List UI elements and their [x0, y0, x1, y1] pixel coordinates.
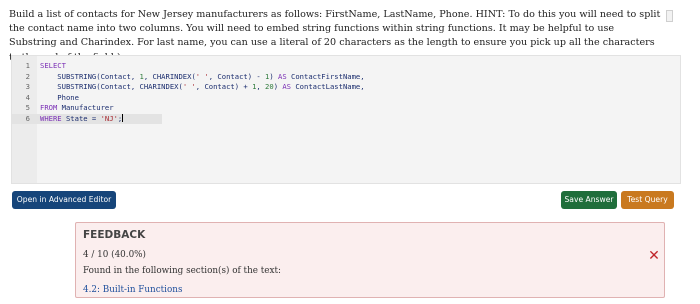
feedback-panel: FEEDBACK 4 / 10 (40.0%) Found in the fol… — [75, 222, 665, 298]
feedback-found-text: Found in the following section(s) of the… — [83, 266, 281, 276]
save-answer-button[interactable]: Save Answer — [561, 191, 617, 209]
code-text[interactable]: FROM Manufacturer — [40, 103, 114, 114]
open-advanced-editor-button[interactable]: Open in Advanced Editor — [12, 191, 116, 209]
code-token: ' ' — [182, 82, 196, 91]
code-line[interactable]: 2 SUBSTRING(Contact, 1, CHARINDEX(' ', C… — [12, 71, 365, 83]
code-token: WHERE — [40, 113, 62, 123]
close-x-icon: ✕ — [648, 248, 660, 264]
code-text[interactable]: WHERE State = 'NJ'; — [40, 113, 124, 125]
line-number: 1 — [25, 61, 30, 70]
test-query-button[interactable]: Test Query — [621, 191, 674, 209]
line-number: 6 — [25, 113, 30, 123]
code-line[interactable]: 5 FROM Manufacturer — [12, 103, 312, 114]
line-number: 4 — [25, 92, 30, 102]
code-token: , Contact) + — [195, 82, 253, 91]
code-token: 'NJ' — [100, 113, 118, 123]
code-token: SELECT — [40, 61, 66, 70]
code-token: Manufacturer — [57, 103, 114, 112]
code-line[interactable]: 1 SELECT — [12, 61, 312, 72]
code-token: ContactFirstName, — [286, 71, 365, 81]
feedback-score: 4 / 10 (40.0%) — [83, 250, 146, 260]
code-token: ) — [269, 71, 279, 81]
code-text[interactable]: SUBSTRING(Contact, 1, CHARINDEX(' ', Con… — [40, 71, 365, 83]
code-token: AS — [278, 71, 287, 81]
code-token: SUBSTRING(Contact, CHARINDEX( — [40, 82, 183, 91]
code-token: SUBSTRING(Contact, — [40, 71, 140, 81]
code-token: Phone — [40, 92, 79, 102]
line-number: 5 — [25, 103, 30, 112]
code-token: State = — [61, 113, 101, 123]
text-cursor — [122, 113, 124, 122]
code-line[interactable]: 3 SUBSTRING(Contact, CHARINDEX(' ', Cont… — [12, 82, 365, 93]
code-token: , CHARINDEX( — [143, 71, 196, 81]
line-number: 3 — [25, 82, 30, 91]
sql-editor[interactable]: 1 SELECT 2 SUBSTRING(Contact, 1, CHARINDEX… — [11, 55, 681, 184]
bookmark-icon[interactable] — [666, 10, 673, 22]
code-line[interactable]: 6 WHERE State = 'NJ'; — [12, 113, 162, 125]
code-token: 20 — [265, 82, 274, 91]
code-token: ContactLastName, — [291, 82, 365, 91]
code-token: AS — [282, 82, 292, 91]
code-line[interactable]: 4 Phone — [12, 93, 312, 104]
code-text[interactable]: SUBSTRING(Contact, CHARINDEX(' ', Contac… — [40, 82, 365, 93]
feedback-title: FEEDBACK — [83, 229, 146, 241]
code-text[interactable]: Phone — [40, 93, 79, 104]
code-token: ' ' — [195, 71, 209, 81]
code-token: FROM — [40, 103, 58, 112]
line-number: 2 — [25, 71, 30, 81]
code-text[interactable]: SELECT — [40, 61, 66, 72]
code-token: , — [256, 82, 266, 91]
code-token: , Contact) - — [208, 71, 266, 81]
section-link[interactable]: 4.2: Built-in Functions — [83, 285, 182, 295]
